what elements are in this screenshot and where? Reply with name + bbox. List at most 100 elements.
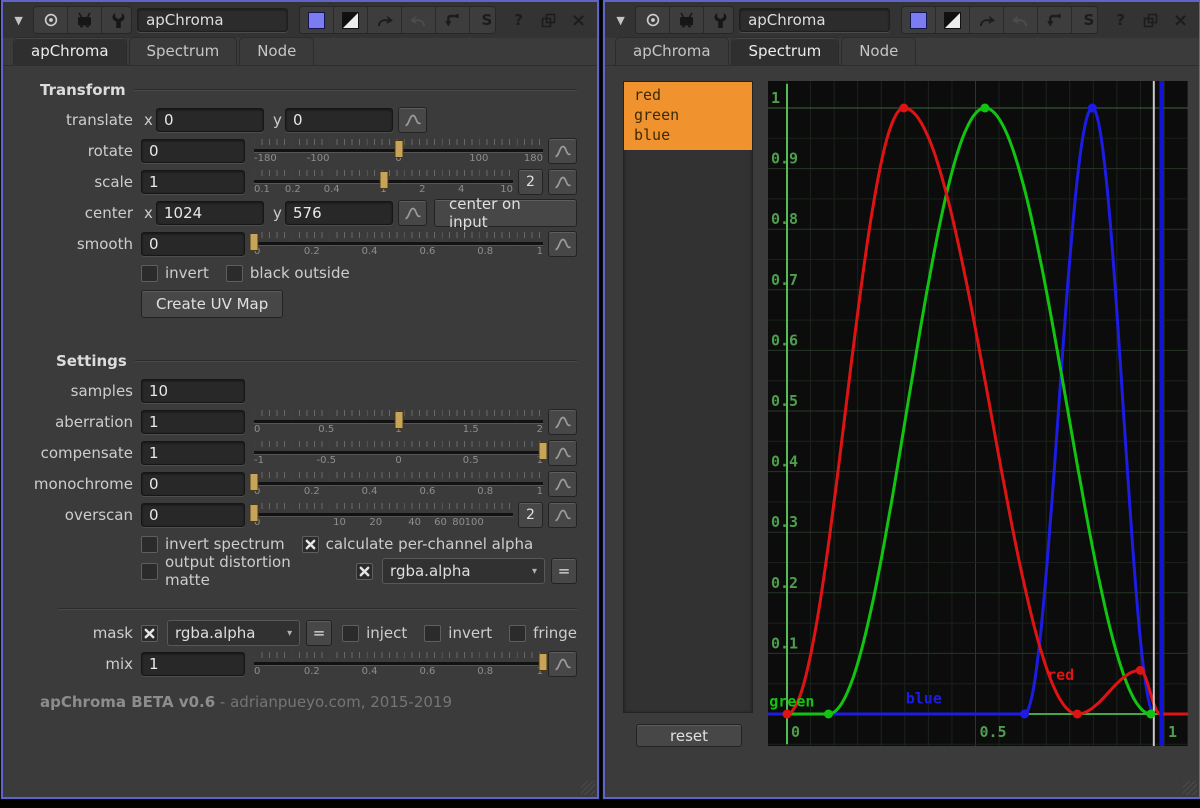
overscan-slider[interactable]: 01020406080100 [254,502,513,528]
resize-grip[interactable] [581,781,595,795]
undo-button[interactable] [970,7,1004,33]
slider-handle[interactable] [539,442,548,460]
center-x-field[interactable]: 1024 [156,201,264,225]
slider-handle[interactable] [250,233,259,251]
tab-spectrum[interactable]: Spectrum [129,37,238,65]
aberration-field[interactable]: 1 [141,410,245,434]
mix-field[interactable]: 1 [141,652,245,676]
slider-handle[interactable] [394,411,403,429]
curve-point-green[interactable] [1146,710,1155,719]
script-button[interactable]: S [470,7,496,33]
curve-list-item-green[interactable]: green [624,105,752,125]
slider-handle[interactable] [379,171,388,189]
center-viewer-button[interactable] [636,7,670,33]
curve-point-red[interactable] [899,104,908,113]
scale-field[interactable]: 1 [141,170,245,194]
curve-point-green[interactable] [824,710,833,719]
help-button[interactable]: ? [1108,7,1133,33]
float-window-button[interactable] [536,7,561,33]
inject-checkbox[interactable] [342,625,359,642]
compensate-slider[interactable]: -1-0.500.51 [254,440,543,466]
panel-menu-caret-icon[interactable]: ▼ [9,14,28,27]
revert-button[interactable] [436,7,470,33]
fringe-checkbox[interactable] [509,625,526,642]
samples-field[interactable]: 10 [141,379,245,403]
close-panel-button[interactable]: × [566,7,591,33]
curve-point-red[interactable] [1073,710,1082,719]
create-uv-map-button[interactable]: Create UV Map [141,290,283,318]
smooth-field[interactable]: 0 [141,232,245,256]
node-name-field[interactable]: apChroma [137,8,287,32]
tab-node[interactable]: Node [841,37,916,65]
slider-handle[interactable] [250,473,259,491]
curve-list-item-red[interactable]: red [624,85,752,105]
close-panel-button[interactable]: × [1168,7,1193,33]
panel-menu-caret-icon[interactable]: ▼ [611,14,630,27]
script-button[interactable]: S [1072,7,1098,33]
resize-grip[interactable] [1183,781,1197,795]
tab-spectrum[interactable]: Spectrum [731,37,840,65]
smooth-animation-button[interactable] [548,231,577,257]
scale-split-values-button[interactable]: 2 [518,169,543,195]
curve-list[interactable]: red green blue [623,81,753,713]
tab-apchroma[interactable]: apChroma [13,37,127,65]
slider-handle[interactable] [394,140,403,158]
node-color-button[interactable] [300,7,334,33]
invert-checkbox[interactable] [141,265,158,282]
center-on-input-button[interactable]: center on input [434,199,577,227]
calc-per-channel-alpha-checkbox[interactable] [302,536,319,553]
gl-color-button[interactable] [936,7,970,33]
curve-point-blue[interactable] [1088,104,1097,113]
compensate-animation-button[interactable] [548,440,577,466]
mask-equals-button[interactable]: = [306,620,332,646]
monochrome-field[interactable]: 0 [141,472,245,496]
revert-button[interactable] [1038,7,1072,33]
overscan-field[interactable]: 0 [141,503,245,527]
aberration-animation-button[interactable] [548,409,577,435]
mask-invert-checkbox[interactable] [424,625,441,642]
translate-y-field[interactable]: 0 [285,108,393,132]
monochrome-animation-button[interactable] [548,471,577,497]
scale-animation-button[interactable] [548,169,577,195]
tab-node[interactable]: Node [239,37,314,65]
matte-channel-equals-button[interactable]: = [551,558,577,584]
matte-channel-dropdown[interactable]: rgba.alpha ▾ [382,558,545,584]
mask-channel-dropdown[interactable]: rgba.alpha ▾ [167,620,300,646]
slider-handle[interactable] [539,653,548,671]
undo-button[interactable] [368,7,402,33]
scale-slider[interactable]: 0.10.20.412410 [254,169,513,195]
node-settings-button[interactable] [102,7,132,33]
invert-spectrum-checkbox[interactable] [141,536,158,553]
redo-button[interactable] [1004,7,1038,33]
compensate-field[interactable]: 1 [141,441,245,465]
node-settings-button[interactable] [704,7,734,33]
gl-color-button[interactable] [334,7,368,33]
overscan-split-values-button[interactable]: 2 [518,502,543,528]
center-y-field[interactable]: 576 [285,201,393,225]
redo-button[interactable] [402,7,436,33]
help-button[interactable]: ? [506,7,531,33]
slider-handle[interactable] [250,504,259,522]
reset-button[interactable]: reset [636,724,742,747]
rotate-animation-button[interactable] [548,138,577,164]
monochrome-slider[interactable]: 00.20.40.60.81 [254,471,543,497]
rotate-field[interactable]: 0 [141,139,245,163]
center-viewer-button[interactable] [34,7,68,33]
curve-list-item-blue[interactable]: blue [624,125,752,145]
aberration-slider[interactable]: 00.511.52 [254,409,543,435]
monitor-out-button[interactable] [670,7,704,33]
translate-x-field[interactable]: 0 [156,108,264,132]
overscan-animation-button[interactable] [548,502,577,528]
float-window-button[interactable] [1138,7,1163,33]
curve-point-green[interactable] [980,104,989,113]
black-outside-checkbox[interactable] [226,265,243,282]
curve-point-blue[interactable] [1020,710,1029,719]
translate-animation-button[interactable] [398,107,427,133]
node-name-field[interactable]: apChroma [739,8,889,32]
mix-slider[interactable]: 00.20.40.60.81 [254,651,543,677]
spectrum-graph[interactable]: bluegreenred0.10.20.30.40.50.60.70.80.91… [768,81,1188,746]
tab-apchroma[interactable]: apChroma [615,37,729,65]
smooth-slider[interactable]: 00.20.40.60.81 [254,231,543,257]
mix-animation-button[interactable] [548,651,577,677]
curve-point-red[interactable] [1136,666,1145,675]
